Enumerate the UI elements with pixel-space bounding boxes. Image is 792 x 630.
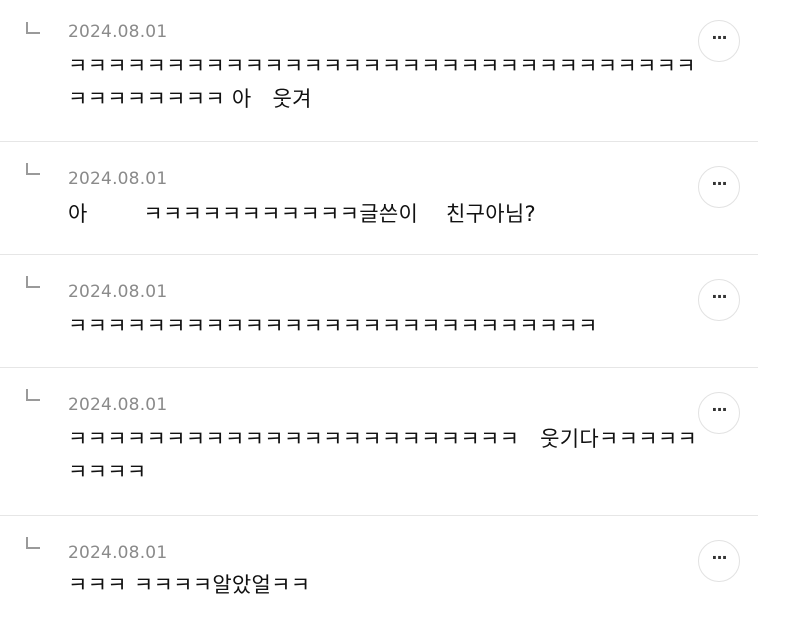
- more-options-button[interactable]: ···: [698, 540, 740, 582]
- more-horizontal-icon: ···: [711, 548, 727, 567]
- comment-date: 2024.08.01: [68, 543, 168, 563]
- reply-arrow-icon: [26, 389, 40, 401]
- more-horizontal-icon: ···: [711, 174, 727, 193]
- list-item: 2024.08.01 ㅋㅋㅋㅋㅋㅋㅋㅋㅋㅋㅋㅋㅋㅋㅋㅋㅋㅋㅋㅋㅋㅋㅋㅋㅋㅋㅋ ·…: [0, 254, 758, 368]
- comment-text: ㅋㅋㅋㅋㅋㅋㅋㅋㅋㅋㅋㅋㅋㅋㅋㅋㅋㅋㅋㅋㅋㅋㅋㅋㅋㅋㅋㅋㅋㅋㅋㅋㅋㅋㅋㅋㅋㅋㅋㅋ…: [68, 54, 696, 111]
- more-options-button[interactable]: ···: [698, 279, 740, 321]
- list-item: 2024.08.01 ㅋㅋㅋㅋㅋㅋㅋㅋㅋㅋㅋㅋㅋㅋㅋㅋㅋㅋㅋㅋㅋㅋㅋㅋㅋㅋㅋㅋㅋ…: [0, 0, 758, 142]
- comment-date: 2024.08.01: [68, 282, 168, 302]
- more-horizontal-icon: ···: [711, 28, 727, 47]
- comment-text: ㅋㅋㅋㅋㅋㅋㅋㅋㅋㅋㅋㅋㅋㅋㅋㅋㅋㅋㅋㅋㅋㅋㅋㅋㅋㅋㅋ: [68, 314, 598, 338]
- comment-text: ㅋㅋㅋㅋㅋㅋㅋㅋㅋㅋㅋㅋㅋㅋㅋㅋㅋㅋㅋㅋㅋㅋㅋ 웃기다ㅋㅋㅋㅋㅋㅋㅋㅋㅋ: [68, 427, 698, 484]
- comment-text: 아 ㅋㅋㅋㅋㅋㅋㅋㅋㅋㅋㅋ글쓴이 친구아님?: [68, 202, 536, 226]
- more-horizontal-icon: ···: [711, 400, 727, 419]
- list-item: 2024.08.01 ㅋㅋㅋ ㅋㅋㅋㅋ알았얼ㅋㅋ ···: [0, 515, 758, 630]
- more-options-button[interactable]: ···: [698, 392, 740, 434]
- reply-arrow-icon: [26, 276, 40, 288]
- reply-arrow-icon: [26, 22, 40, 34]
- more-options-button[interactable]: ···: [698, 20, 740, 62]
- list-item: 2024.08.01 아 ㅋㅋㅋㅋㅋㅋㅋㅋㅋㅋㅋ글쓴이 친구아님? ···: [0, 141, 758, 255]
- comment-date: 2024.08.01: [68, 169, 168, 189]
- reply-arrow-icon: [26, 537, 40, 549]
- comment-text: ㅋㅋㅋ ㅋㅋㅋㅋ알았얼ㅋㅋ: [68, 573, 311, 597]
- comment-date: 2024.08.01: [68, 395, 168, 415]
- more-options-button[interactable]: ···: [698, 166, 740, 208]
- comment-date: 2024.08.01: [68, 22, 168, 42]
- list-item: 2024.08.01 ㅋㅋㅋㅋㅋㅋㅋㅋㅋㅋㅋㅋㅋㅋㅋㅋㅋㅋㅋㅋㅋㅋㅋ 웃기다ㅋㅋ…: [0, 367, 758, 516]
- more-horizontal-icon: ···: [711, 287, 727, 306]
- reply-arrow-icon: [26, 163, 40, 175]
